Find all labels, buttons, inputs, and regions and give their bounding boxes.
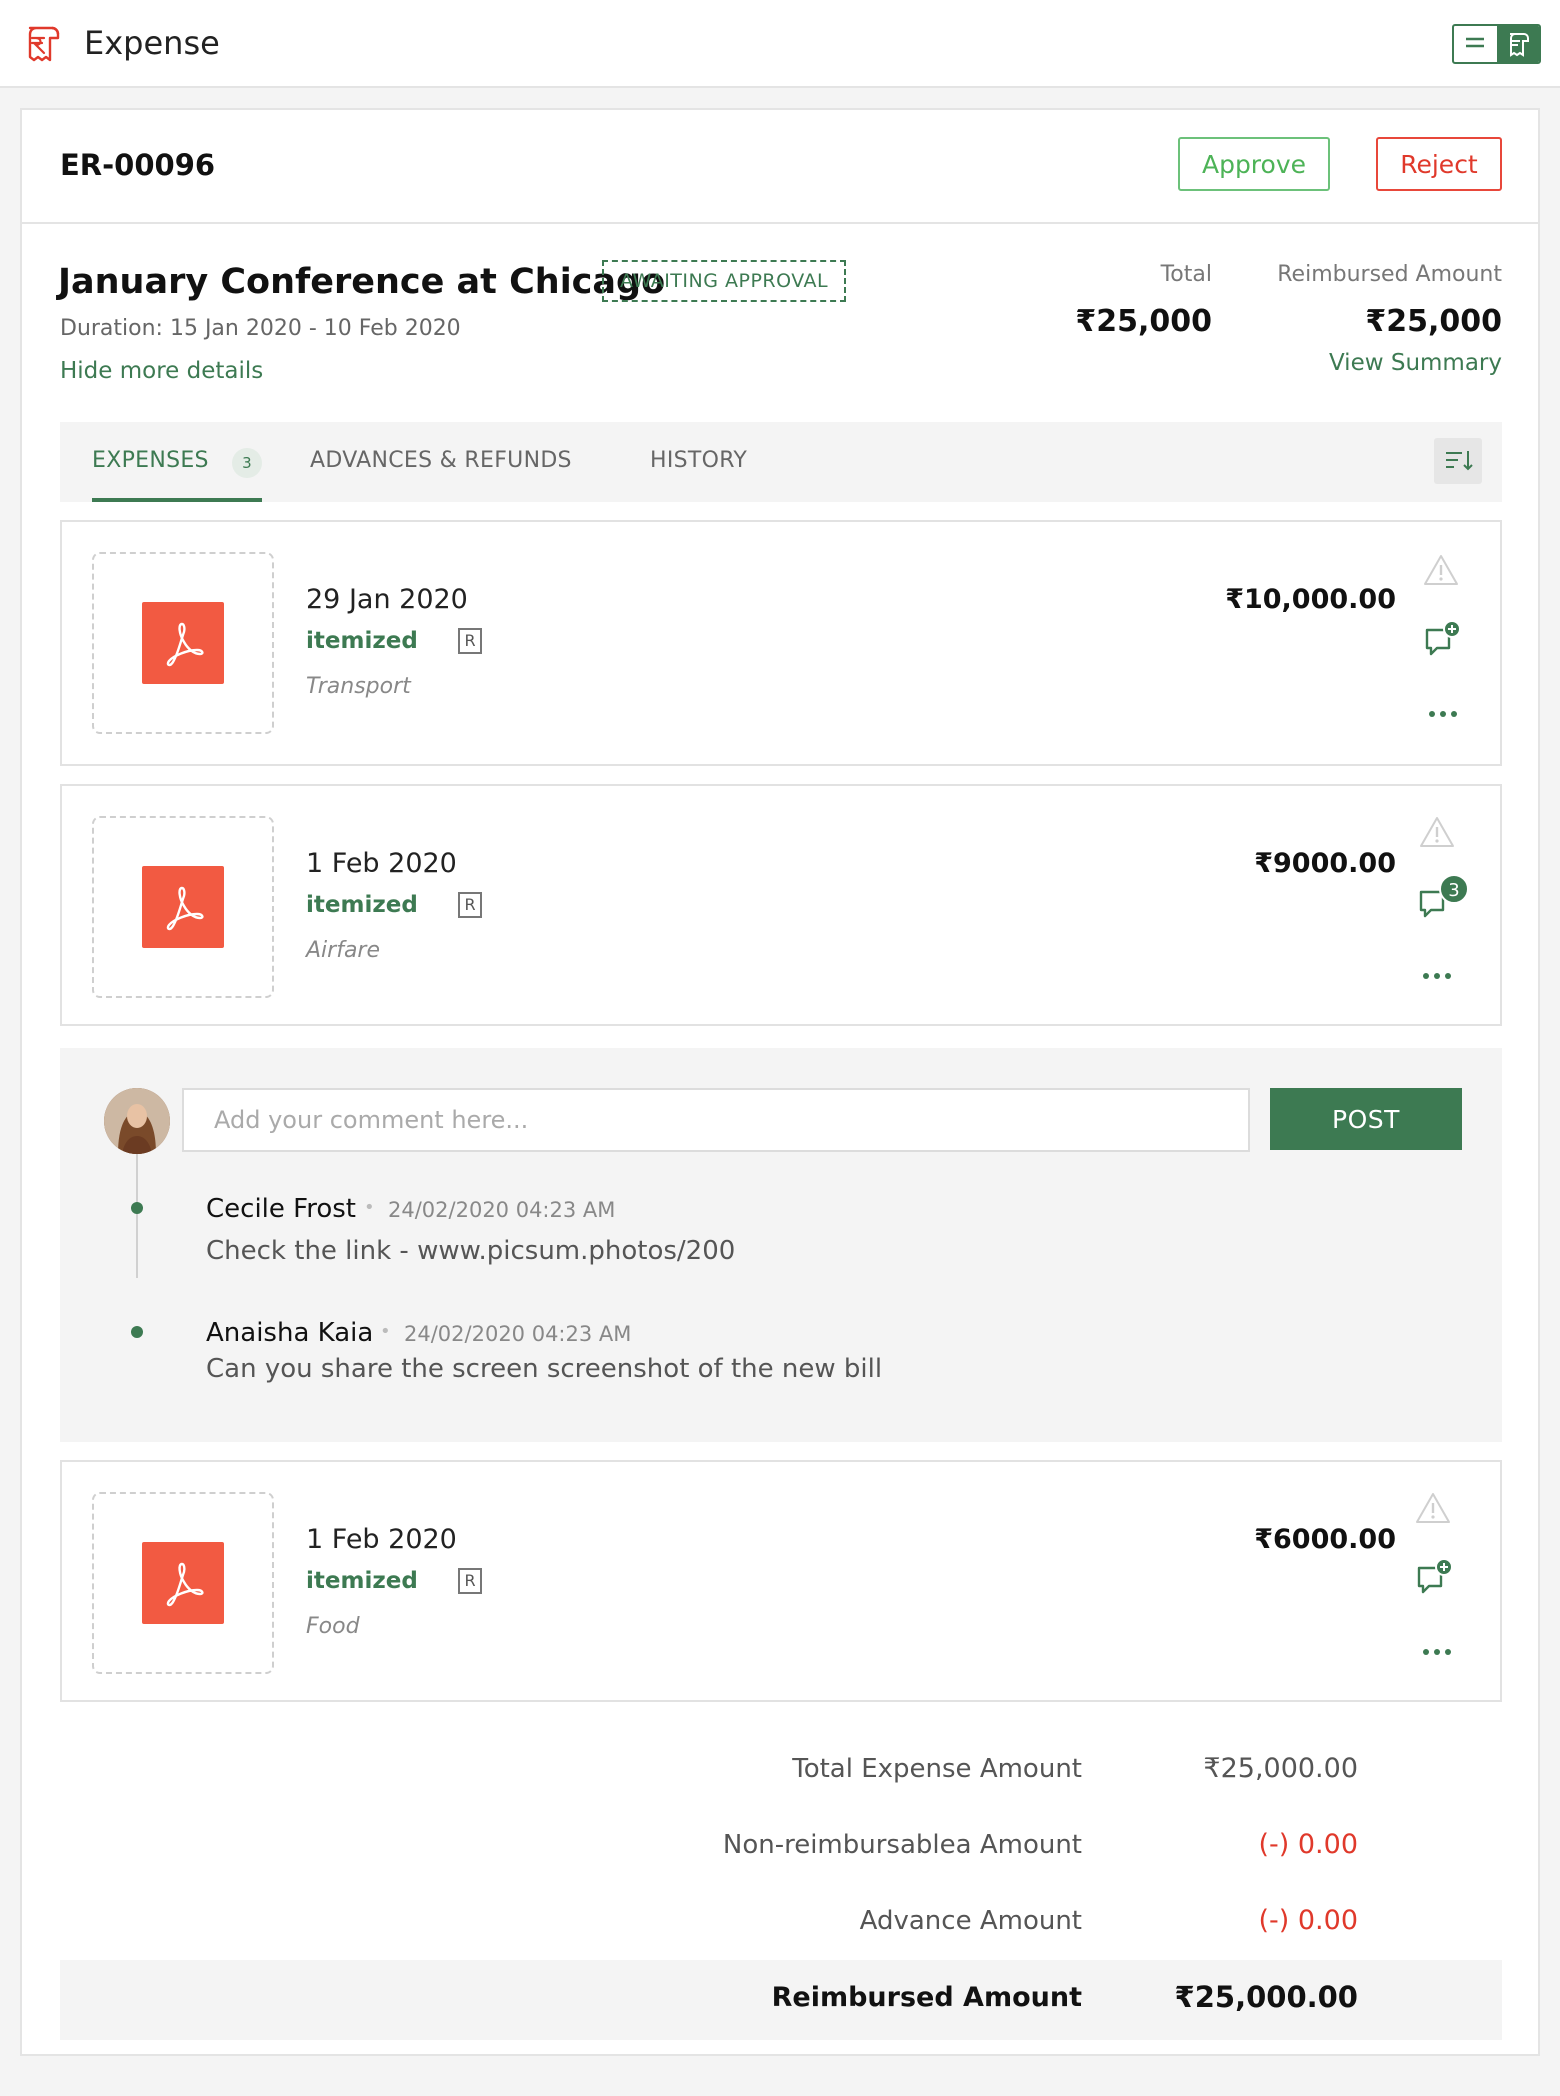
active-tab-indicator — [92, 498, 262, 502]
warning-icon — [1416, 1493, 1450, 1523]
non-reimbursable-label: Non-reimbursablea Amount — [722, 1830, 1082, 1860]
comment-timestamp: 24/02/2020 04:23 AM — [404, 1322, 632, 1346]
expense-category: Transport — [306, 674, 411, 699]
warning-icon — [1420, 817, 1454, 847]
pdf-icon — [142, 1542, 224, 1624]
status-badge: AWAITING APPROVAL — [602, 260, 847, 302]
view-summary-link[interactable]: View Summary — [1302, 350, 1502, 376]
timeline-dot — [131, 1202, 143, 1214]
app-bar: Expense — [0, 0, 1560, 88]
comment-count-badge: 3 — [1439, 874, 1469, 904]
advance-amount-label: Advance Amount — [859, 1906, 1082, 1936]
total-expense-value: ₹25,000.00 — [1203, 1753, 1358, 1784]
comments-panel: POST Cecile Frost • 24/02/2020 04:23 AM … — [60, 1048, 1502, 1442]
add-comment-icon[interactable] — [1414, 1558, 1454, 1598]
add-comment-icon[interactable] — [1422, 620, 1462, 660]
expense-amount: ₹10,000.00 — [1225, 584, 1396, 615]
post-comment-button[interactable]: POST — [1270, 1088, 1462, 1150]
reimbursed-total-row: Reimbursed Amount ₹25,000.00 — [60, 1960, 1502, 2040]
comment-author: Cecile Frost — [206, 1194, 356, 1224]
expense-item[interactable]: 1 Feb 2020 itemized R Food ₹6000.00 — [60, 1460, 1502, 1702]
more-options-icon[interactable] — [1420, 1646, 1454, 1658]
expense-category: Food — [306, 1614, 360, 1639]
receipt-thumbnail[interactable] — [92, 816, 274, 998]
hide-details-link[interactable]: Hide more details — [60, 358, 263, 384]
view-toggle[interactable] — [1452, 24, 1541, 64]
expense-view-icon[interactable] — [1497, 26, 1539, 62]
timeline-line — [136, 1154, 138, 1278]
expense-category: Airfare — [306, 938, 381, 963]
pdf-icon — [142, 602, 224, 684]
expense-item[interactable]: 29 Jan 2020 itemized R Transport ₹10,000… — [60, 520, 1502, 766]
expense-count-badge: 3 — [232, 448, 262, 478]
reimbursed-total-label: Reimbursed Amount — [771, 1982, 1082, 2013]
pdf-icon — [142, 866, 224, 948]
reimbursable-badge: R — [458, 628, 482, 654]
tab-advances-refunds[interactable]: ADVANCES & REFUNDS — [310, 422, 572, 502]
non-reimbursable-value: (-) 0.00 — [1258, 1829, 1358, 1860]
timeline-dot — [131, 1326, 143, 1338]
sort-button[interactable] — [1434, 438, 1482, 484]
receipt-thumbnail[interactable] — [92, 1492, 274, 1674]
list-view-icon[interactable] — [1454, 26, 1497, 62]
expense-date: 29 Jan 2020 — [306, 584, 468, 615]
total-expense-label: Total Expense Amount — [792, 1754, 1082, 1784]
approve-button[interactable]: Approve — [1178, 137, 1330, 191]
reimbursable-badge: R — [458, 1568, 482, 1594]
total-label: Total — [1160, 262, 1212, 287]
expense-amount: ₹6000.00 — [1254, 1524, 1396, 1555]
trip-duration: Duration: 15 Jan 2020 - 10 Feb 2020 — [60, 316, 461, 341]
comment-separator-dot: • — [380, 1321, 391, 1342]
comment-text: Can you share the screen screenshot of t… — [206, 1354, 883, 1384]
reimbursed-total-value: ₹25,000.00 — [1174, 1980, 1358, 2014]
reject-button[interactable]: Reject — [1376, 137, 1502, 191]
receipt-thumbnail[interactable] — [92, 552, 274, 734]
total-value: ₹25,000 — [1075, 304, 1212, 339]
reimbursed-label: Reimbursed Amount — [1277, 262, 1502, 287]
reimbursable-badge: R — [458, 892, 482, 918]
sort-icon — [1446, 451, 1473, 471]
tab-history[interactable]: HISTORY — [650, 422, 747, 502]
reimbursed-value: ₹25,000 — [1365, 304, 1502, 339]
tab-expenses[interactable]: EXPENSES 3 — [92, 422, 262, 502]
trip-title: January Conference at Chicago — [58, 262, 666, 302]
app-title: Expense — [84, 24, 220, 62]
comment-input[interactable] — [182, 1088, 1250, 1152]
expense-date: 1 Feb 2020 — [306, 1524, 457, 1555]
expense-date: 1 Feb 2020 — [306, 848, 457, 879]
more-options-icon[interactable] — [1426, 708, 1460, 720]
expense-report-card: ER-00096 Approve Reject January Conferen… — [20, 108, 1540, 2056]
more-options-icon[interactable] — [1420, 970, 1454, 982]
tab-bar: EXPENSES 3 ADVANCES & REFUNDS HISTORY — [60, 422, 1502, 502]
receipt-icon — [28, 26, 60, 62]
expense-type: itemized — [306, 628, 418, 654]
expense-item[interactable]: 1 Feb 2020 itemized R Airfare ₹9000.00 3 — [60, 784, 1502, 1026]
advance-amount-value: (-) 0.00 — [1258, 1905, 1358, 1936]
expense-type: itemized — [306, 1568, 418, 1594]
warning-icon — [1424, 555, 1458, 585]
comment-separator-dot: • — [364, 1197, 375, 1218]
avatar — [104, 1088, 170, 1154]
expense-amount: ₹9000.00 — [1254, 848, 1396, 879]
comment-text: Check the link - www.picsum.photos/200 — [206, 1236, 736, 1266]
report-header: ER-00096 Approve Reject — [22, 110, 1538, 224]
tab-expenses-label: EXPENSES — [92, 448, 209, 473]
comment-timestamp: 24/02/2020 04:23 AM — [388, 1198, 616, 1222]
comment-author: Anaisha Kaia — [206, 1318, 374, 1348]
expense-type: itemized — [306, 892, 418, 918]
report-id: ER-00096 — [60, 148, 216, 182]
